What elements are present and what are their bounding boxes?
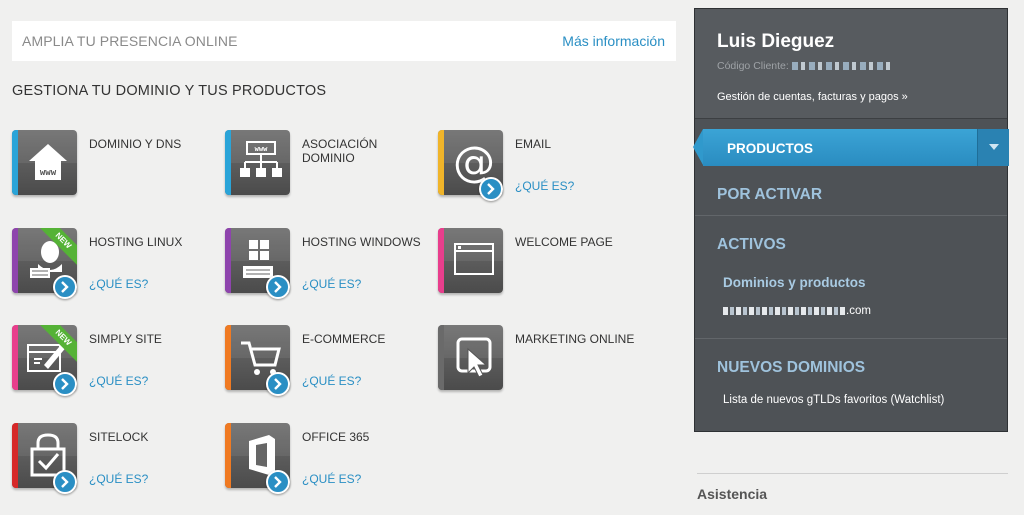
section-title: GESTIONA TU DOMINIO Y TUS PRODUCTOS [12,83,327,99]
product-name[interactable]: EMAIL [515,137,640,151]
domain-redacted [723,307,845,315]
product-email: @ EMAIL ¿QUÉ ES? [438,130,643,201]
browser-window-icon [454,243,494,275]
tab-products-label: PRODUCTOS [727,141,814,156]
what-is-link[interactable]: ¿QUÉ ES? [515,179,574,193]
nav-active[interactable]: ACTIVOS [717,236,786,254]
house-www-icon: www [29,144,67,180]
client-code-label: Código Cliente: [717,60,789,72]
divider [695,215,1007,216]
what-is-link[interactable]: ¿QUÉ ES? [302,277,361,291]
chevron-right-icon [61,378,69,390]
more-info-link[interactable]: Más información [562,33,665,49]
account-panel: Luis Dieguez Código Cliente: Gestión de … [693,8,1009,432]
product-welcome-page: WELCOME PAGE [438,228,643,298]
tab-products[interactable]: PRODUCTOS [693,129,1009,166]
product-hosting-linux: NEW HOSTING LINUX ¿QUÉ ES? [12,228,217,299]
nav-watchlist[interactable]: Lista de nuevos gTLDs favoritos (Watchli… [723,394,944,406]
product-sitelock: SITELOCK ¿QUÉ ES? [12,423,217,494]
svg-text:www: www [40,168,57,178]
product-info-button[interactable] [53,275,77,299]
banner-text: AMPLIA TU PRESENCIA ONLINE [22,33,238,49]
chevron-right-icon [61,281,69,293]
product-info-button[interactable] [53,470,77,494]
product-info-button[interactable] [479,177,503,201]
product-office-365: OFFICE 365 ¿QUÉ ES? [225,423,430,494]
promo-banner: AMPLIA TU PRESENCIA ONLINE Más informaci… [12,21,676,61]
product-marketing-online: MARKETING ONLINE [438,325,643,395]
product-simply-site: NEW SIMPLY SITE ¿QUÉ ES? [12,325,217,396]
chevron-right-icon [274,378,282,390]
user-box: Luis Dieguez Código Cliente: Gestión de … [695,9,1007,119]
product-dominio-y-dns: www DOMINIO Y DNS [12,130,217,200]
nav-pending[interactable]: POR ACTIVAR [717,186,822,204]
nav-domain-item[interactable]: .com [723,305,871,317]
products-dropdown-button[interactable] [977,129,1009,166]
domain-suffix: .com [846,305,871,317]
product-info-button[interactable] [53,372,77,396]
what-is-link[interactable]: ¿QUÉ ES? [89,374,148,388]
chevron-right-icon [274,281,282,293]
network-www-icon: www [240,141,282,177]
product-e-commerce: E-COMMERCE ¿QUÉ ES? [225,325,430,396]
account-management-link[interactable]: Gestión de cuentas, facturas y pagos » [717,91,908,103]
product-tile-asociaci-n-dominio[interactable]: www [225,130,290,195]
svg-text:www: www [255,145,268,153]
what-is-link[interactable]: ¿QUÉ ES? [89,472,148,486]
product-name[interactable]: SIMPLY SITE [89,332,214,346]
client-code-redacted [791,62,890,70]
assistance-heading: Asistencia [697,486,768,502]
product-tile-marketing-online[interactable] [438,325,503,390]
cursor-click-icon [456,337,492,378]
chevron-right-icon [61,476,69,488]
divider [697,473,1008,474]
product-name[interactable]: DOMINIO Y DNS [89,137,214,151]
user-name: Luis Dieguez [717,31,835,52]
client-code: Código Cliente: [717,60,890,72]
product-name[interactable]: HOSTING WINDOWS [302,235,427,249]
product-info-button[interactable] [266,275,290,299]
product-name[interactable]: MARKETING ONLINE [515,332,640,346]
product-name[interactable]: SITELOCK [89,430,214,444]
product-name[interactable]: HOSTING LINUX [89,235,214,249]
nav-new-domains[interactable]: NUEVOS DOMINIOS [717,359,865,377]
nav-domains-products[interactable]: Dominios y productos [723,275,866,290]
chevron-down-icon [989,144,999,150]
product-hosting-windows: HOSTING WINDOWS ¿QUÉ ES? [225,228,430,299]
product-name[interactable]: OFFICE 365 [302,430,427,444]
product-tile-welcome-page[interactable] [438,228,503,293]
product-info-button[interactable] [266,372,290,396]
what-is-link[interactable]: ¿QUÉ ES? [302,472,361,486]
product-name[interactable]: E-COMMERCE [302,332,427,346]
product-tile-dominio-y-dns[interactable]: www [12,130,77,195]
what-is-link[interactable]: ¿QUÉ ES? [302,374,361,388]
product-name[interactable]: WELCOME PAGE [515,235,640,249]
divider [695,338,1007,339]
product-info-button[interactable] [266,470,290,494]
chevron-right-icon [274,476,282,488]
product-name[interactable]: ASOCIACIÓN DOMINIO [302,137,427,165]
chevron-right-icon [487,183,495,195]
product-asociaci-n-dominio: www ASOCIACIÓN DOMINIO [225,130,430,200]
what-is-link[interactable]: ¿QUÉ ES? [89,277,148,291]
